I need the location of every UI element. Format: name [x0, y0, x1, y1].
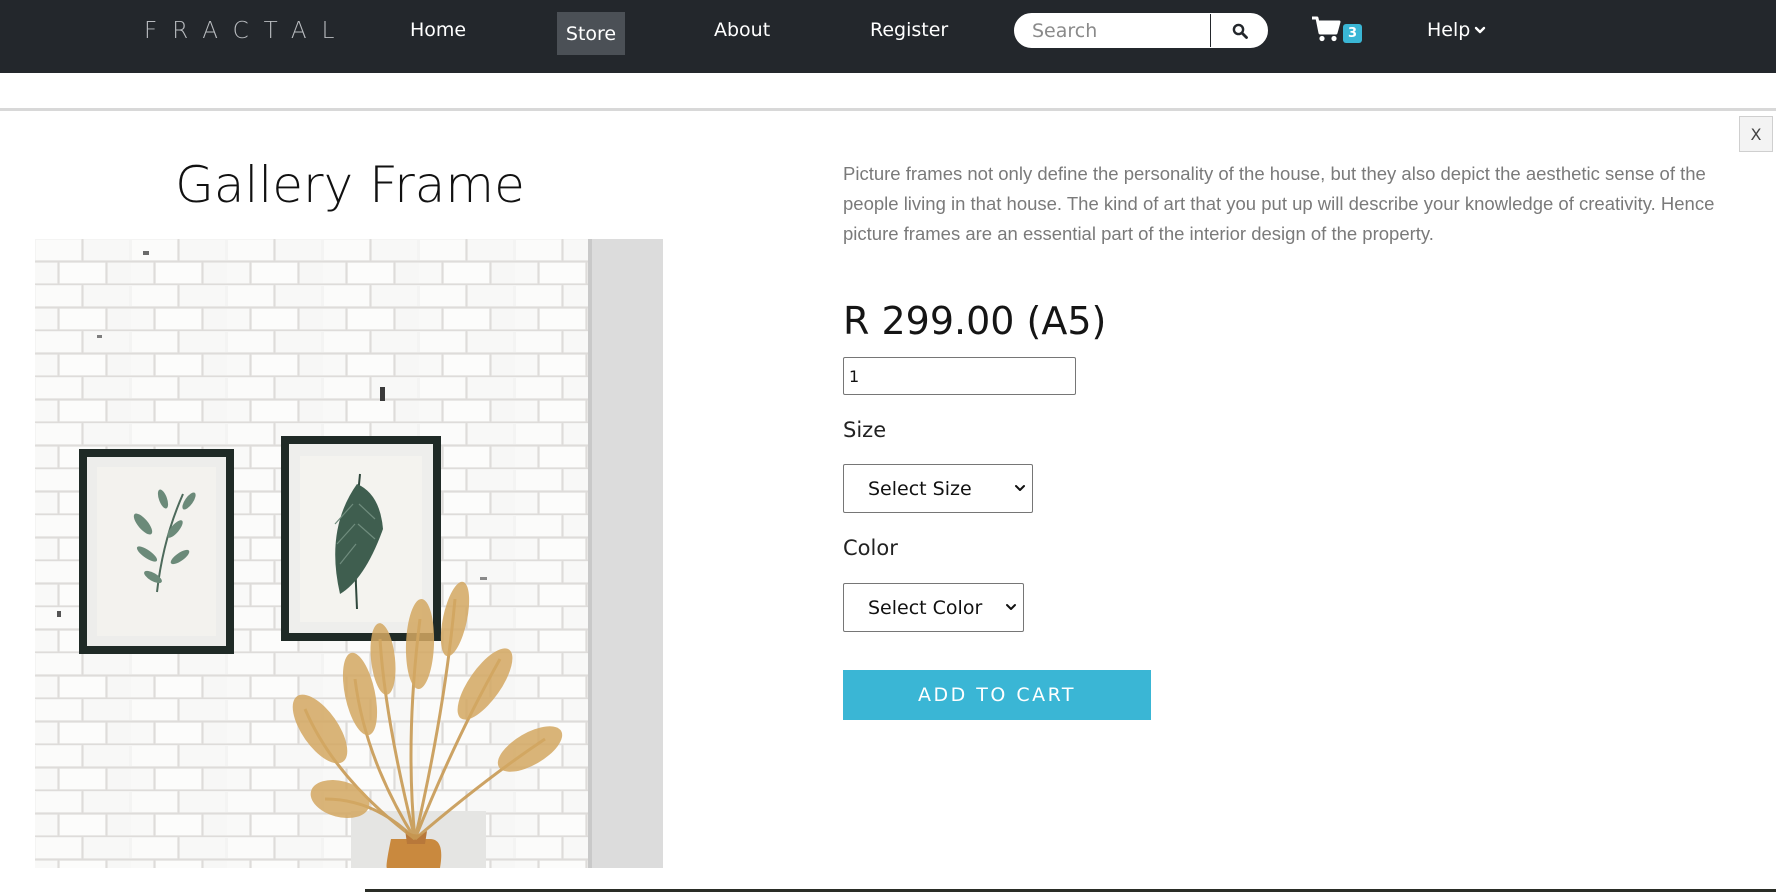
cart-count-badge: 3	[1343, 23, 1363, 43]
product-title: Gallery Frame	[175, 156, 525, 214]
cart-icon	[1312, 16, 1341, 42]
brand-logo[interactable]: FRACTAL	[144, 18, 349, 44]
search-button[interactable]	[1210, 14, 1267, 47]
nav-link-home[interactable]: Home	[410, 19, 466, 41]
chevron-down-icon	[1015, 485, 1025, 491]
product-photo	[35, 239, 663, 868]
size-select-value: Select Size	[868, 477, 972, 500]
chevron-down-icon	[1475, 26, 1486, 34]
page-background-strip	[0, 73, 1776, 111]
help-dropdown[interactable]: Help	[1427, 19, 1486, 41]
nav-link-about[interactable]: About	[714, 19, 770, 41]
color-label: Color	[843, 536, 898, 560]
search-form	[1014, 13, 1268, 48]
close-button[interactable]: X	[1739, 116, 1773, 152]
nav-link-register[interactable]: Register	[870, 19, 948, 41]
color-select-value: Select Color	[868, 596, 983, 619]
size-select[interactable]: Select Size	[843, 464, 1033, 513]
add-to-cart-button[interactable]: ADD TO CART	[843, 670, 1151, 720]
product-image	[35, 239, 663, 868]
quantity-input[interactable]	[843, 357, 1076, 395]
product-description: Picture frames not only define the perso…	[843, 163, 1715, 244]
nav-link-store[interactable]: Store	[557, 12, 625, 55]
search-icon	[1232, 23, 1248, 39]
size-label: Size	[843, 418, 887, 442]
product-modal: X Gallery Frame Picture frames not only …	[0, 112, 1776, 892]
help-label: Help	[1427, 19, 1471, 41]
color-select[interactable]: Select Color	[843, 583, 1024, 632]
search-input[interactable]	[1015, 14, 1209, 47]
cart-button[interactable]: 3	[1311, 15, 1363, 43]
chevron-down-icon	[1006, 604, 1016, 610]
top-navbar: FRACTAL Home Store About Register 3 Help	[0, 0, 1776, 73]
product-price: R 299.00 (A5)	[843, 299, 1107, 343]
